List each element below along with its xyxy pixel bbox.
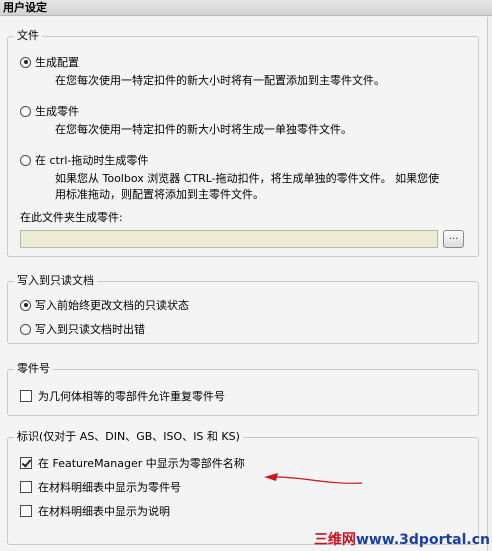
checkbox-show-featuremanager-label: 在 FeatureManager 中显示为零部件名称 xyxy=(38,457,245,470)
radio-indicator[interactable] xyxy=(20,154,31,166)
watermark-part2: www.3dportal.cn xyxy=(355,532,490,548)
generate-part-desc: 在您每次使用一特定扣件的新大小时将生成一单独零件文件。 xyxy=(55,123,352,136)
generate-config-desc: 在您每次使用一特定扣件的新大小时将有一配置添加到主零件文件。 xyxy=(55,74,385,87)
radio-indicator[interactable] xyxy=(20,56,31,68)
checkbox-indicator[interactable] xyxy=(20,505,32,517)
checkbox-indicator[interactable] xyxy=(20,457,32,469)
radio-indicator[interactable] xyxy=(20,105,31,117)
radio-always-change-readonly-label: 写入前始终更改文档的只读状态 xyxy=(35,299,189,312)
dialog-header: 用户设定 xyxy=(0,0,492,16)
radio-error-readonly-label: 写入到只读文档时出错 xyxy=(35,323,145,336)
radio-always-change-readonly[interactable]: 写入前始终更改文档的只读状态 xyxy=(20,297,189,313)
radio-ctrl-drag-label: 在 ctrl-拖动时生成零件 xyxy=(35,154,149,167)
file-group-title: 文件 xyxy=(14,29,42,43)
radio-ctrl-drag[interactable]: 在 ctrl-拖动时生成零件 xyxy=(20,152,148,168)
radio-generate-config-label: 生成配置 xyxy=(35,56,79,69)
checkbox-bom-description-label: 在材料明细表中显示为说明 xyxy=(38,505,170,518)
header-title: 用户设定 xyxy=(3,1,47,14)
browse-button[interactable]: ... xyxy=(443,230,464,248)
checkbox-bom-part-number-label: 在材料明细表中显示为零件号 xyxy=(38,481,181,494)
site-watermark: 三维网www.3dportal.cn xyxy=(314,529,490,549)
ctrl-drag-desc-line2: 用标准拖动，则配置将添加到主零件文件。 xyxy=(55,188,264,201)
radio-generate-part-label: 生成零件 xyxy=(35,105,79,118)
radio-indicator[interactable] xyxy=(20,323,31,335)
readonly-group-title: 写入到只读文档 xyxy=(14,274,97,288)
id-group-title: 标识(仅对于 AS、DIN、GB、ISO、IS 和 KS) xyxy=(14,430,243,444)
folder-label: 在此文件夹生成零件: xyxy=(20,211,123,224)
radio-generate-config[interactable]: 生成配置 xyxy=(20,54,79,70)
ctrl-drag-desc-line1: 如果您从 Toolbox 浏览器 CTRL-拖动扣件，将生成单独的零件文件。 如… xyxy=(55,172,440,185)
part-number-group-title: 零件号 xyxy=(14,362,53,376)
checkbox-bom-description[interactable]: 在材料明细表中显示为说明 xyxy=(20,503,170,519)
annotation-arrow-icon xyxy=(264,473,363,484)
radio-error-readonly[interactable]: 写入到只读文档时出错 xyxy=(20,321,145,337)
radio-indicator[interactable] xyxy=(20,299,31,311)
checkbox-indicator[interactable] xyxy=(20,390,32,402)
watermark-part1: 三维网 xyxy=(313,532,356,548)
folder-path-input[interactable] xyxy=(20,230,438,248)
checkbox-allow-duplicate-label: 为几何体相等的零部件允许重复零件号 xyxy=(38,390,225,403)
checkbox-bom-part-number[interactable]: 在材料明细表中显示为零件号 xyxy=(20,479,181,495)
settings-panel: 文件 生成配置 在您每次使用一特定扣件的新大小时将有一配置添加到主零件文件。 生… xyxy=(0,17,488,551)
checkbox-indicator[interactable] xyxy=(20,481,32,493)
checkbox-allow-duplicate[interactable]: 为几何体相等的零部件允许重复零件号 xyxy=(20,388,225,404)
checkbox-show-featuremanager[interactable]: 在 FeatureManager 中显示为零部件名称 xyxy=(20,455,245,471)
radio-generate-part[interactable]: 生成零件 xyxy=(20,103,79,119)
